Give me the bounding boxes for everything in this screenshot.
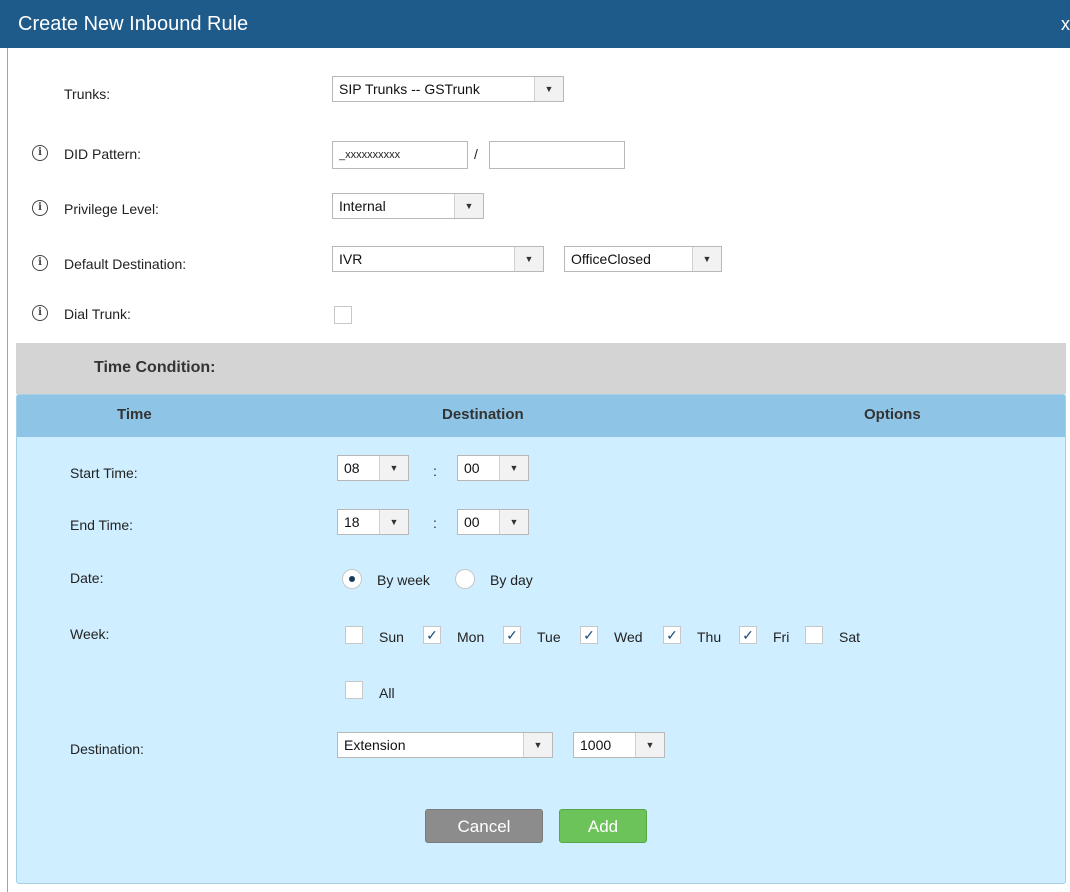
caret-down-icon: ▼: [514, 247, 543, 271]
did-pattern-second-input[interactable]: [489, 141, 625, 169]
privilege-level-label: Privilege Level:: [64, 201, 159, 217]
caret-down-icon: ▼: [523, 733, 552, 757]
end-time-label: End Time:: [70, 517, 134, 533]
destination-type-value: Extension: [344, 737, 406, 753]
start-minute-value: 00: [464, 460, 480, 476]
end-hour-value: 18: [344, 514, 360, 530]
checkmark-icon: ✓: [426, 627, 438, 643]
caret-down-icon: ▼: [534, 77, 563, 101]
thu-checkbox[interactable]: ✓: [663, 626, 681, 644]
start-minute-select[interactable]: 00 ▼: [457, 455, 529, 481]
fri-checkbox[interactable]: ✓: [739, 626, 757, 644]
sat-label: Sat: [839, 629, 861, 645]
sun-checkbox[interactable]: [345, 626, 363, 644]
wed-label: Wed: [614, 629, 643, 645]
default-destination-type-select[interactable]: IVR ▼: [332, 246, 544, 272]
default-destination-target-select[interactable]: OfficeClosed ▼: [564, 246, 722, 272]
tue-label: Tue: [537, 629, 561, 645]
dialog-titlebar: Create New Inbound Rule x: [0, 0, 1070, 48]
time-condition-title: Time Condition:: [94, 359, 216, 376]
dialog-border: [7, 48, 8, 892]
privilege-level-value: Internal: [339, 198, 386, 214]
destination-target-select[interactable]: 1000 ▼: [573, 732, 665, 758]
all-days-label: All: [379, 685, 395, 701]
caret-down-icon: ▼: [379, 456, 408, 480]
info-icon[interactable]: i: [32, 200, 48, 216]
caret-down-icon: ▼: [454, 194, 483, 218]
time-condition-header: Time Condition:: [16, 343, 1066, 394]
all-days-checkbox[interactable]: [345, 681, 363, 699]
time-condition-panel: Time Destination Options Start Time: 08 …: [16, 394, 1066, 884]
default-destination-target-value: OfficeClosed: [571, 251, 651, 267]
wed-checkbox[interactable]: ✓: [580, 626, 598, 644]
tue-checkbox[interactable]: ✓: [503, 626, 521, 644]
caret-down-icon: ▼: [379, 510, 408, 534]
trunks-label: Trunks:: [64, 86, 111, 102]
caret-down-icon: ▼: [635, 733, 664, 757]
end-hour-select[interactable]: 18 ▼: [337, 509, 409, 535]
caret-down-icon: ▼: [499, 456, 528, 480]
trunks-select[interactable]: SIP Trunks -- GSTrunk ▼: [332, 76, 564, 102]
cancel-button[interactable]: Cancel: [425, 809, 543, 843]
did-pattern-separator: /: [474, 146, 478, 162]
end-minute-value: 00: [464, 514, 480, 530]
start-time-separator: :: [433, 463, 437, 479]
column-options: Options: [864, 406, 921, 423]
start-hour-value: 08: [344, 460, 360, 476]
thu-label: Thu: [697, 629, 722, 645]
date-label: Date:: [70, 570, 104, 586]
column-time: Time: [117, 406, 152, 423]
destination-label: Destination:: [70, 741, 144, 757]
did-pattern-label: DID Pattern:: [64, 146, 142, 162]
dial-trunk-label: Dial Trunk:: [64, 306, 131, 322]
default-destination-type-value: IVR: [339, 251, 363, 267]
did-pattern-input[interactable]: [332, 141, 468, 169]
destination-type-select[interactable]: Extension ▼: [337, 732, 553, 758]
time-condition-table-header: Time Destination Options: [17, 395, 1065, 437]
dialog-title: Create New Inbound Rule: [18, 13, 249, 35]
trunks-value: SIP Trunks -- GSTrunk: [339, 81, 480, 97]
mon-checkbox[interactable]: ✓: [423, 626, 441, 644]
fri-label: Fri: [773, 629, 790, 645]
info-icon[interactable]: i: [32, 255, 48, 271]
mon-label: Mon: [457, 629, 485, 645]
caret-down-icon: ▼: [499, 510, 528, 534]
sun-label: Sun: [379, 629, 404, 645]
start-time-label: Start Time:: [70, 465, 138, 481]
privilege-level-select[interactable]: Internal ▼: [332, 193, 484, 219]
end-time-separator: :: [433, 515, 437, 531]
by-day-radio[interactable]: [455, 569, 475, 589]
week-label: Week:: [70, 626, 110, 642]
sat-checkbox[interactable]: [805, 626, 823, 644]
add-button[interactable]: Add: [559, 809, 647, 843]
start-hour-select[interactable]: 08 ▼: [337, 455, 409, 481]
close-icon[interactable]: x: [1061, 14, 1070, 35]
end-minute-select[interactable]: 00 ▼: [457, 509, 529, 535]
destination-target-value: 1000: [580, 737, 612, 753]
checkmark-icon: ✓: [666, 627, 678, 643]
dial-trunk-checkbox[interactable]: [334, 306, 352, 324]
info-icon[interactable]: i: [32, 145, 48, 161]
checkmark-icon: ✓: [742, 627, 754, 643]
default-destination-label: Default Destination:: [64, 256, 187, 272]
checkmark-icon: ✓: [506, 627, 518, 643]
column-destination: Destination: [442, 406, 524, 423]
by-week-label: By week: [377, 572, 430, 588]
by-week-radio[interactable]: [342, 569, 362, 589]
info-icon[interactable]: i: [32, 305, 48, 321]
caret-down-icon: ▼: [692, 247, 721, 271]
by-day-label: By day: [490, 572, 533, 588]
checkmark-icon: ✓: [583, 627, 595, 643]
